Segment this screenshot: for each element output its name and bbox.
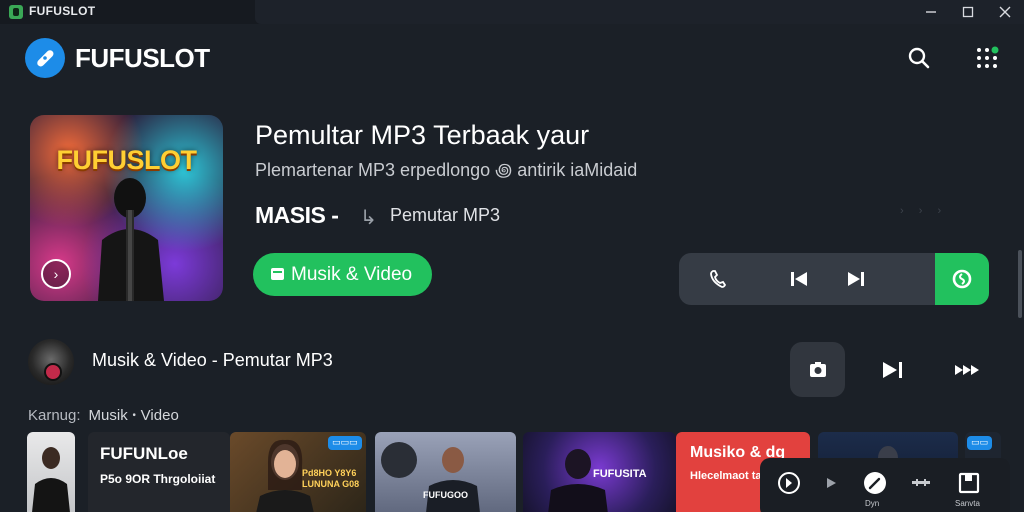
song-title: Pemultar MP3 Terbaak yaur [255,120,590,150]
search-icon[interactable] [905,44,933,72]
compass-icon[interactable] [774,468,804,498]
person-thumbnail [32,447,70,512]
card-caption: FUFUGOO [423,490,468,500]
title-bar-right-region [255,0,1024,24]
faint-arrows: › › › [900,205,948,217]
mini-label-2: Sanvta [955,499,980,508]
media-icon [271,268,284,280]
scrollbar[interactable] [1018,250,1022,318]
card-caption: Pd8HO Y8Y6 LUNUNA G08 [302,468,360,489]
arrow-down-right-icon: ↳ [360,207,377,229]
section-label-key: Karnug: [28,407,81,424]
app-logo-icon [9,5,23,19]
vinyl-icon [381,442,417,478]
card-badge: ▭▭ [967,436,993,450]
fast-forward-icon[interactable] [953,356,981,384]
card-badge: ▭▭▭ [328,436,362,450]
shazam-button[interactable] [935,253,989,305]
camera-button[interactable] [790,342,845,397]
song-artist[interactable]: MASIS - [255,202,339,229]
minimize-icon[interactable] [913,0,949,24]
card-subtitle: P5o 9OR Thrgoloiiat [100,472,216,486]
skip-next-icon[interactable] [879,356,907,384]
music-video-button[interactable]: Musik & Video [253,253,432,296]
window-title: FUFUSLOT [29,4,96,18]
media-card[interactable]: ▭▭▭ Pd8HO Y8Y6 LUNUNA G08 [230,432,366,512]
album-art[interactable]: FUFUSLOT › [30,115,223,301]
title-bar: FUFUSLOT [0,0,1024,24]
song-subtitle: Plemartenar MP3 erpedlongo ꩜ antirik iaM… [255,160,638,180]
pen-icon[interactable] [860,468,890,498]
media-card[interactable] [27,432,75,512]
media-card[interactable]: FUFUSITA [523,432,676,512]
save-icon[interactable] [954,468,984,498]
section-label-value: Musik ꞏ Video [88,407,179,424]
section-label: Karnug: Musik ꞏ Video [28,405,179,425]
brand-logo-icon[interactable] [25,38,65,78]
card-caption: FUFUSITA [593,468,647,480]
shazam-icon [952,269,972,289]
card-title: FUFUNLoe [100,444,188,463]
guitarist-figure [98,178,164,301]
previous-icon[interactable] [787,267,811,291]
album-play-button[interactable]: › [41,259,71,289]
player-controls [679,253,989,305]
equalizer-icon[interactable] [906,468,936,498]
camera-icon [809,361,826,377]
now-playing-label: Musik & Video - Pemutar MP3 [92,350,333,370]
mini-label-1: Dyn [865,499,880,508]
apps-grid-icon[interactable] [973,44,1001,72]
play-icon[interactable] [816,468,846,498]
phone-icon[interactable] [707,267,731,291]
close-icon[interactable] [987,0,1023,24]
card-subtitle: Hlecelmaot tao [690,470,769,482]
next-icon[interactable] [844,267,868,291]
maximize-icon[interactable] [950,0,986,24]
song-album[interactable]: Pemutar MP3 [390,205,500,226]
media-card[interactable]: FUFUGOO [375,432,516,512]
brand-name: FUFUSLOT [75,43,210,73]
man-thumbnail [426,447,480,512]
media-card[interactable]: FUFUNLoe P5o 9OR Thrgoloiiat [88,432,230,512]
now-playing-avatar[interactable] [28,339,74,385]
chevron-right-icon: › [53,266,59,282]
mini-player: Dyn Sanvta [760,458,1010,512]
music-video-button-label: Musik & Video [291,263,413,285]
